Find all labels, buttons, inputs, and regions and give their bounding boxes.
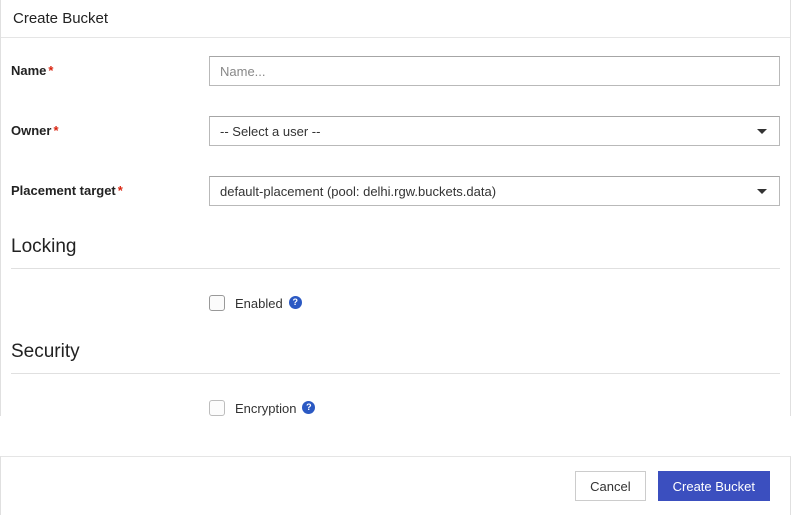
required-indicator: * <box>118 183 123 198</box>
row-name: Name* <box>11 56 780 86</box>
name-input[interactable] <box>209 56 780 86</box>
create-bucket-panel: Create Bucket Name* Owner* -- Select a u… <box>0 0 791 416</box>
help-icon[interactable]: ? <box>289 296 302 309</box>
section-title-locking: Locking <box>11 236 780 258</box>
label-name-text: Name <box>11 63 46 78</box>
owner-select[interactable]: -- Select a user -- <box>209 116 780 146</box>
divider <box>11 268 780 269</box>
label-owner: Owner* <box>11 123 209 139</box>
field-name <box>209 56 780 86</box>
row-security-encryption: Encryption ? <box>11 400 780 416</box>
encryption-checkbox[interactable] <box>209 400 225 416</box>
locking-enabled-label: Enabled <box>235 296 283 311</box>
row-placement-target: Placement target* default-placement (poo… <box>11 176 780 206</box>
placement-target-select-value: default-placement (pool: delhi.rgw.bucke… <box>220 184 496 199</box>
help-icon[interactable]: ? <box>302 401 315 414</box>
form-body: Name* Owner* -- Select a user -- Placeme… <box>1 38 790 416</box>
section-title-security: Security <box>11 341 780 363</box>
create-bucket-button[interactable]: Create Bucket <box>658 471 770 501</box>
required-indicator: * <box>48 63 53 78</box>
row-locking-enabled: Enabled ? <box>11 295 780 311</box>
required-indicator: * <box>53 123 58 138</box>
row-owner: Owner* -- Select a user -- <box>11 116 780 146</box>
encryption-label: Encryption <box>235 401 296 416</box>
footer: Cancel Create Bucket <box>0 456 791 515</box>
label-placement-target-text: Placement target <box>11 183 116 198</box>
field-owner: -- Select a user -- <box>209 116 780 146</box>
page-title: Create Bucket <box>1 0 790 38</box>
label-placement-target: Placement target* <box>11 183 209 199</box>
owner-select-value: -- Select a user -- <box>220 124 320 139</box>
chevron-down-icon <box>757 189 767 194</box>
divider <box>11 373 780 374</box>
placement-target-select[interactable]: default-placement (pool: delhi.rgw.bucke… <box>209 176 780 206</box>
label-owner-text: Owner <box>11 123 51 138</box>
chevron-down-icon <box>757 129 767 134</box>
locking-enabled-checkbox[interactable] <box>209 295 225 311</box>
cancel-button[interactable]: Cancel <box>575 471 645 501</box>
field-placement-target: default-placement (pool: delhi.rgw.bucke… <box>209 176 780 206</box>
label-name: Name* <box>11 63 209 79</box>
